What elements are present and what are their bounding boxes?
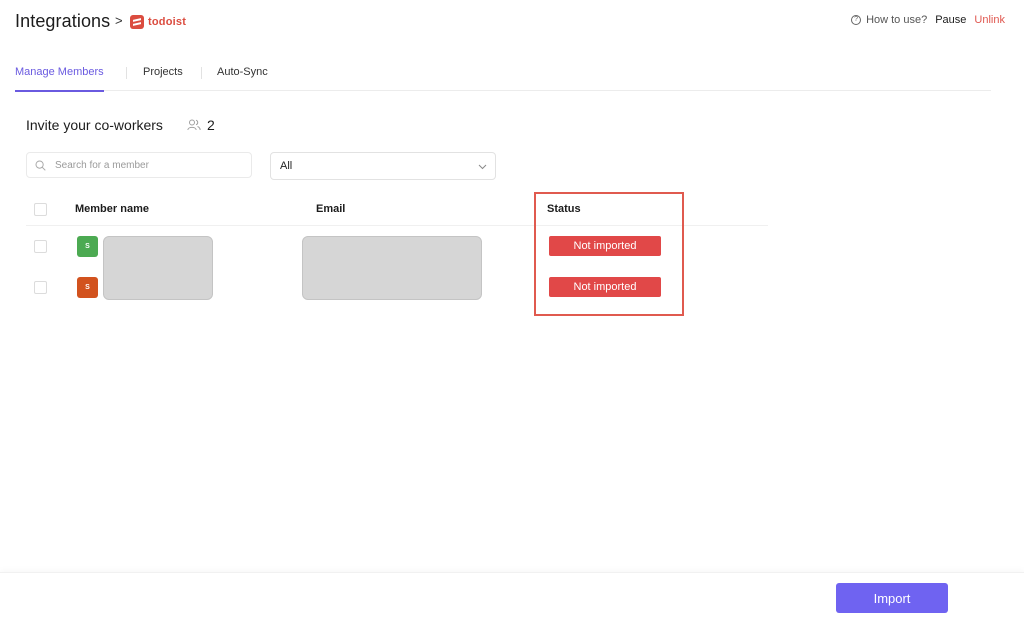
select-all-checkbox[interactable] — [34, 203, 47, 216]
redacted-member-names — [103, 236, 213, 300]
tab-divider — [126, 67, 127, 79]
status-column-highlight — [534, 192, 684, 316]
search-input[interactable] — [55, 159, 235, 171]
tab-projects[interactable]: Projects — [143, 66, 183, 91]
breadcrumb-separator: > — [115, 13, 123, 28]
header: Integrations > todoist ? How to use? Pau… — [15, 11, 1005, 35]
header-actions: ? How to use? Pause Unlink — [851, 14, 1005, 26]
how-to-use-link[interactable]: How to use? — [866, 14, 927, 26]
search-icon — [35, 160, 46, 171]
todoist-logo-text: todoist — [148, 16, 187, 28]
tab-bar: Manage Members Projects Auto-Sync — [15, 66, 991, 92]
footer-bar: Import — [0, 572, 1024, 621]
todoist-logo-icon — [130, 15, 144, 29]
tab-manage-members[interactable]: Manage Members — [15, 66, 104, 92]
todoist-logo: todoist — [130, 15, 186, 29]
tab-divider — [201, 67, 202, 79]
import-button[interactable]: Import — [836, 583, 948, 613]
member-filter-value: All — [280, 160, 293, 172]
users-icon — [187, 119, 201, 131]
row-checkbox[interactable] — [34, 240, 47, 253]
unlink-button[interactable]: Unlink — [974, 14, 1005, 26]
tab-auto-sync[interactable]: Auto-Sync — [217, 66, 268, 91]
page-title: Integrations — [15, 11, 111, 31]
chevron-down-icon — [478, 164, 487, 170]
column-member-name: Member name — [75, 203, 149, 215]
search-box[interactable] — [26, 152, 252, 178]
member-count: 2 — [207, 117, 215, 133]
avatar: S — [77, 236, 98, 257]
help-circle-icon[interactable]: ? — [851, 15, 862, 25]
avatar: S — [77, 277, 98, 298]
column-email: Email — [316, 203, 346, 215]
member-filter-select[interactable]: All — [270, 152, 496, 180]
redacted-emails — [302, 236, 482, 300]
section-title: Invite your co-workers — [26, 117, 163, 133]
pause-button[interactable]: Pause — [935, 14, 966, 26]
row-checkbox[interactable] — [34, 281, 47, 294]
